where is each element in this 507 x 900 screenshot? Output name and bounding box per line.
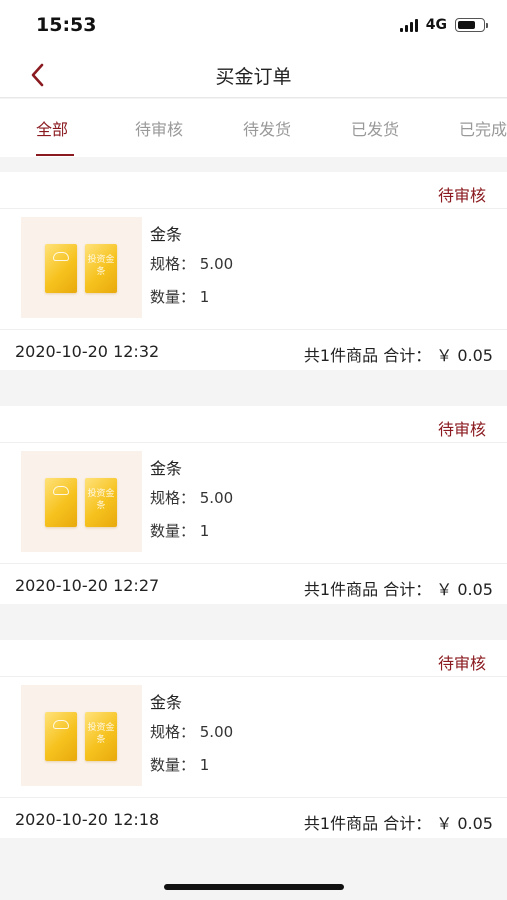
bar-mark: 投资金条 [87, 489, 115, 511]
home-indicator[interactable] [164, 884, 344, 890]
product-quantity: 数量： 1 [150, 522, 210, 540]
order-tabs: 全部 待审核 待发货 已发货 已完成 [0, 99, 507, 157]
product-spec: 规格： 5.00 [150, 489, 234, 507]
order-time: 2020-10-20 12:32 [15, 342, 160, 361]
divider [0, 797, 507, 798]
network-type: 4G [425, 17, 447, 33]
product-spec: 规格： 5.00 [150, 255, 234, 273]
bar-mark: 投资金条 [87, 723, 115, 745]
gold-bar-icon [45, 712, 77, 761]
order-card[interactable]: 待审核 投资金条 金条 规格： 5.00 数量： 1 2020-10-20 12… [0, 406, 507, 604]
divider [0, 563, 507, 564]
order-total: 共1件商品 合计： ￥ 0.05 [303, 580, 493, 599]
order-status: 待审核 [437, 420, 486, 439]
order-status: 待审核 [437, 186, 486, 205]
gold-bar-icon [45, 244, 77, 293]
product-quantity: 数量： 1 [150, 288, 210, 306]
order-card[interactable]: 待审核 投资金条 金条 规格： 5.00 数量： 1 2020-10-20 12… [0, 172, 507, 370]
product-name: 金条 [150, 693, 183, 712]
product-name: 金条 [150, 459, 183, 478]
tab-pending-review[interactable]: 待审核 [135, 116, 183, 140]
tab-pending-shipment[interactable]: 待发货 [243, 116, 291, 140]
gold-bar-icon: 投资金条 [85, 244, 117, 293]
battery-icon [455, 18, 488, 32]
product-image: 投资金条 [21, 685, 142, 786]
active-tab-indicator [36, 154, 74, 156]
bar-mark: 投资金条 [87, 255, 115, 277]
divider [0, 208, 507, 209]
tab-shipped[interactable]: 已发货 [351, 116, 399, 140]
order-total: 共1件商品 合计： ￥ 0.05 [303, 814, 493, 833]
order-total: 共1件商品 合计： ￥ 0.05 [303, 346, 493, 365]
signal-icon [399, 18, 418, 32]
divider [0, 676, 507, 677]
gold-bar-icon: 投资金条 [85, 478, 117, 527]
product-name: 金条 [150, 225, 183, 244]
order-status: 待审核 [437, 654, 486, 673]
page-title: 买金订单 [215, 66, 292, 88]
gold-bar-icon: 投资金条 [85, 712, 117, 761]
product-spec: 规格： 5.00 [150, 723, 234, 741]
status-bar: 15:53 4G [0, 0, 507, 52]
tab-completed[interactable]: 已完成 [459, 116, 507, 140]
divider [0, 329, 507, 330]
order-card[interactable]: 待审核 投资金条 金条 规格： 5.00 数量： 1 2020-10-20 12… [0, 640, 507, 838]
order-time: 2020-10-20 12:27 [15, 576, 160, 595]
divider [0, 442, 507, 443]
status-time: 15:53 [36, 14, 97, 36]
product-quantity: 数量： 1 [150, 756, 210, 774]
tab-all[interactable]: 全部 [36, 116, 68, 140]
order-time: 2020-10-20 12:18 [15, 810, 160, 829]
gold-bar-icon [45, 478, 77, 527]
nav-bar: 买金订单 [0, 52, 507, 98]
product-image: 投资金条 [21, 217, 142, 318]
status-indicators: 4G [399, 17, 488, 33]
product-image: 投资金条 [21, 451, 142, 552]
